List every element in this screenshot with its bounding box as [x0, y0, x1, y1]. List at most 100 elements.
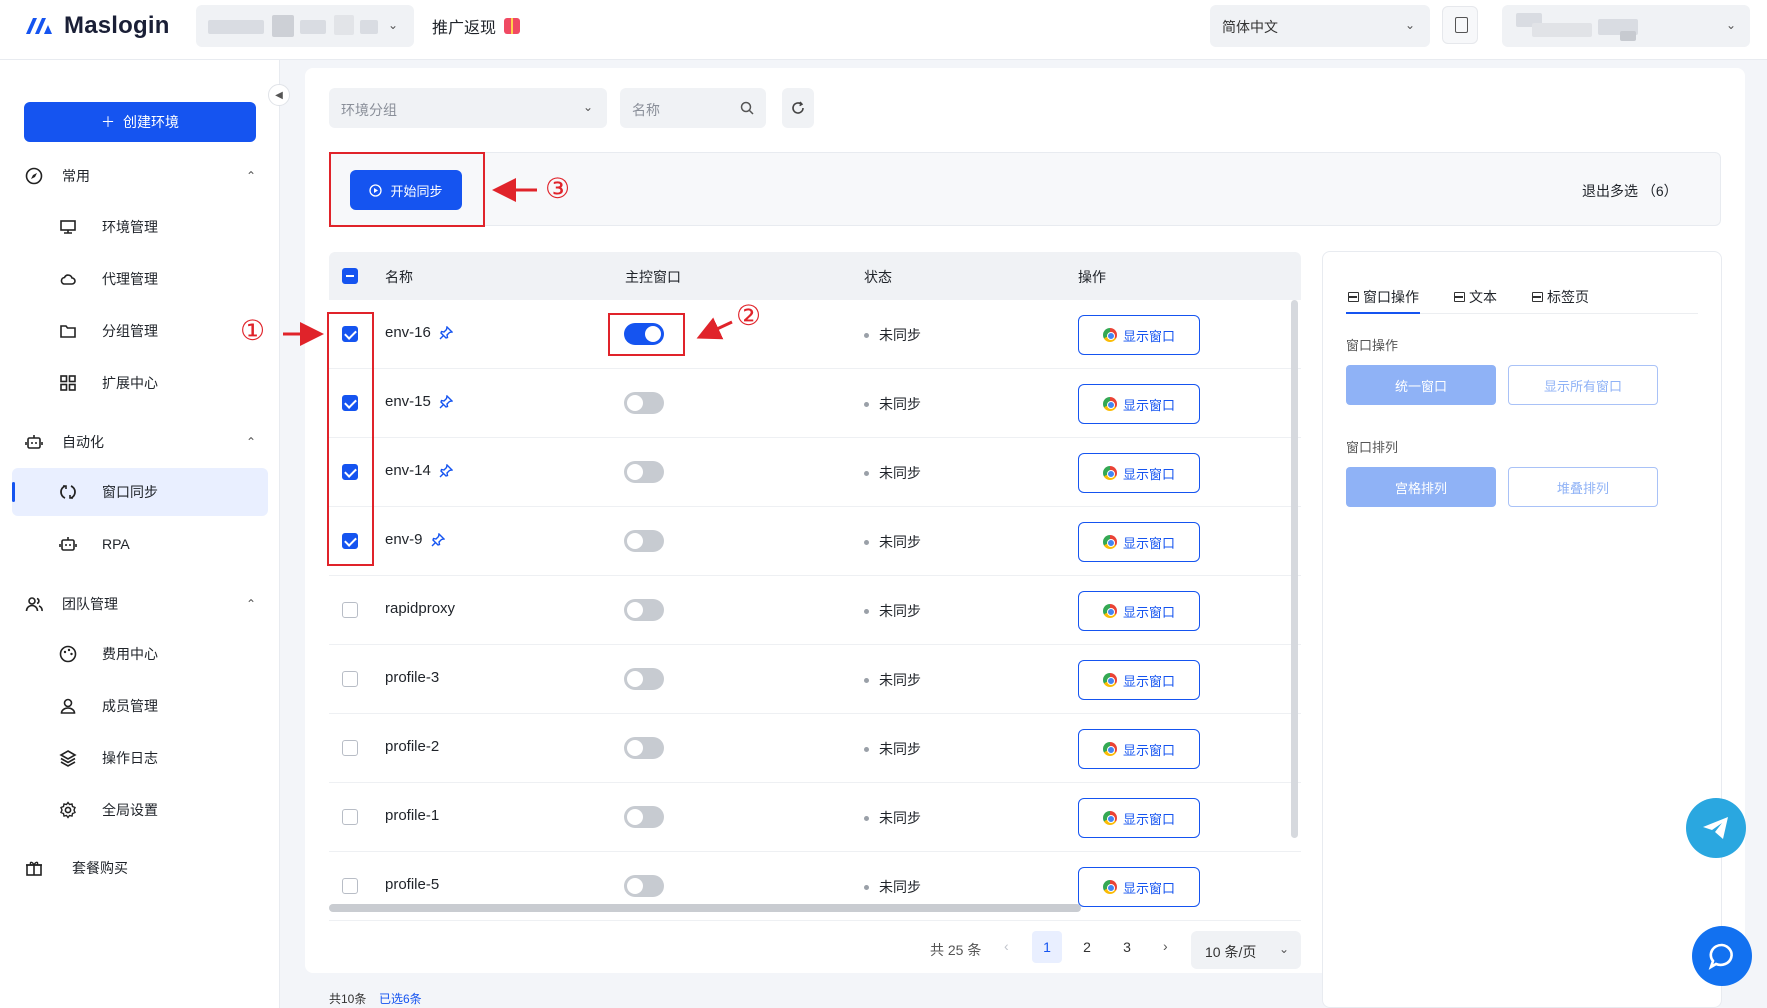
master-window-toggle[interactable]	[624, 737, 664, 759]
sidebar-item-groups[interactable]: 分组管理	[12, 307, 268, 355]
master-window-toggle[interactable]	[624, 668, 664, 690]
palette-icon	[58, 644, 78, 664]
horizontal-scrollbar[interactable]	[329, 904, 1081, 912]
group-filter-select[interactable]: 环境分组 ⌄	[329, 88, 607, 128]
master-window-toggle[interactable]	[624, 392, 664, 414]
env-name[interactable]: env-14	[385, 462, 431, 479]
name-search-input[interactable]: 名称	[620, 88, 766, 128]
show-window-button[interactable]: 显示窗口	[1078, 867, 1200, 907]
row-checkbox[interactable]	[342, 740, 358, 756]
tab-tabs[interactable]: 标签页	[1532, 287, 1589, 307]
brand-logo[interactable]: Maslogin	[24, 12, 170, 40]
show-window-button[interactable]: 显示窗口	[1078, 453, 1200, 493]
unify-window-button[interactable]: 统一窗口	[1346, 365, 1496, 405]
sidebar-item-settings[interactable]: 全局设置	[12, 786, 268, 834]
env-name[interactable]: profile-5	[385, 876, 439, 893]
select-all-checkbox[interactable]	[342, 268, 358, 284]
annotation-number-2: ②	[736, 299, 762, 332]
table-row[interactable]: env-16 未同步 显示窗口	[329, 300, 1301, 369]
show-window-button[interactable]: 显示窗口	[1078, 729, 1200, 769]
master-window-toggle[interactable]	[624, 461, 664, 483]
status-dot-icon	[864, 401, 869, 407]
table-row[interactable]: env-9 未同步 显示窗口	[329, 507, 1301, 576]
page-2[interactable]: 2	[1072, 931, 1102, 963]
show-all-windows-button[interactable]: 显示所有窗口	[1508, 365, 1658, 405]
pin-icon[interactable]	[439, 463, 453, 478]
create-environment-button[interactable]: ＋ 创建环境	[24, 102, 256, 142]
pin-icon[interactable]	[439, 394, 453, 409]
env-name[interactable]: env-9	[385, 531, 423, 548]
table-row[interactable]: env-15 未同步 显示窗口	[329, 369, 1301, 438]
docs-button[interactable]	[1442, 6, 1478, 44]
page-1[interactable]: 1	[1032, 931, 1062, 963]
pin-icon[interactable]	[439, 325, 453, 340]
grid-arrange-button[interactable]: 宫格排列	[1346, 467, 1496, 507]
telegram-button[interactable]	[1686, 798, 1746, 858]
master-window-toggle[interactable]	[624, 530, 664, 552]
nav-group-common[interactable]: 常用 ⌃	[24, 164, 256, 188]
env-name[interactable]: profile-3	[385, 669, 439, 686]
sidebar-item-extensions[interactable]: 扩展中心	[12, 359, 268, 407]
row-checkbox[interactable]	[342, 671, 358, 687]
prev-page-icon[interactable]: ‹	[1004, 938, 1009, 954]
promo-link[interactable]: 推广返现	[432, 14, 521, 38]
sidebar-item-plan-purchase[interactable]: 套餐购买	[24, 856, 256, 880]
show-window-button[interactable]: 显示窗口	[1078, 522, 1200, 562]
table-row[interactable]: env-14 未同步 显示窗口	[329, 438, 1301, 507]
show-window-button[interactable]: 显示窗口	[1078, 315, 1200, 355]
show-window-button[interactable]: 显示窗口	[1078, 798, 1200, 838]
row-checkbox[interactable]	[342, 878, 358, 894]
table-row[interactable]: profile-1 未同步 显示窗口	[329, 783, 1301, 852]
sidebar-item-billing[interactable]: 费用中心	[12, 630, 268, 678]
exit-multi-select[interactable]: 退出多选 （6）	[1582, 181, 1678, 201]
sidebar-item-rpa[interactable]: RPA	[12, 520, 268, 568]
env-name[interactable]: env-16	[385, 324, 431, 341]
table-row[interactable]: profile-3 未同步 显示窗口	[329, 645, 1301, 714]
show-window-label: 显示窗口	[1122, 673, 1175, 689]
chrome-icon	[1102, 535, 1117, 549]
env-name[interactable]: profile-1	[385, 807, 439, 824]
refresh-button[interactable]	[782, 88, 814, 128]
env-name[interactable]: env-15	[385, 393, 431, 410]
show-window-button[interactable]: 显示窗口	[1078, 660, 1200, 700]
show-window-button[interactable]: 显示窗口	[1078, 591, 1200, 631]
env-name-cell: profile-1	[385, 807, 439, 824]
plan-purchase-label: 套餐购买	[72, 860, 128, 876]
master-window-toggle[interactable]	[624, 806, 664, 828]
env-name[interactable]: rapidproxy	[385, 600, 455, 617]
env-name[interactable]: profile-2	[385, 738, 439, 755]
language-select[interactable]: 简体中文 ⌄	[1210, 5, 1430, 47]
nav-group-team[interactable]: 团队管理 ⌃	[24, 592, 256, 616]
stack-arrange-button[interactable]: 堆叠排列	[1508, 467, 1658, 507]
table-row[interactable]: rapidproxy 未同步 显示窗口	[329, 576, 1301, 645]
master-window-toggle[interactable]	[624, 599, 664, 621]
page-3[interactable]: 3	[1112, 931, 1142, 963]
tab-window-ops[interactable]: 窗口操作	[1348, 287, 1419, 307]
sidebar-item-proxy[interactable]: 代理管理	[12, 255, 268, 303]
sidebar-collapse-button[interactable]: ◀	[268, 84, 290, 106]
show-window-button[interactable]: 显示窗口	[1078, 384, 1200, 424]
user-account-select[interactable]: ⌄	[1502, 5, 1750, 47]
footer-selected[interactable]: 已选6条	[379, 990, 422, 1007]
chat-support-button[interactable]	[1692, 926, 1752, 986]
annotation-number-1: ①	[240, 314, 266, 347]
row-checkbox[interactable]	[342, 602, 358, 618]
next-page-icon[interactable]: ›	[1163, 938, 1168, 954]
pin-icon[interactable]	[431, 532, 445, 547]
workspace-select[interactable]: ⌄	[196, 5, 414, 47]
nav-group-automation[interactable]: 自动化 ⌃	[24, 430, 256, 454]
annotation-number-3: ③	[545, 172, 571, 205]
brand-name: Maslogin	[64, 12, 170, 39]
row-checkbox[interactable]	[342, 809, 358, 825]
sidebar-item-environments[interactable]: 环境管理	[12, 203, 268, 251]
vertical-scrollbar[interactable]	[1291, 300, 1298, 838]
page-size-select[interactable]: 10 条/页 ⌄	[1191, 931, 1301, 969]
env-name-cell: profile-5	[385, 876, 439, 893]
sidebar-item-members[interactable]: 成员管理	[12, 682, 268, 730]
sidebar-item-window-sync[interactable]: 窗口同步	[12, 468, 268, 516]
table-row[interactable]: profile-2 未同步 显示窗口	[329, 714, 1301, 783]
master-window-toggle[interactable]	[624, 875, 664, 897]
sidebar-item-logs[interactable]: 操作日志	[12, 734, 268, 782]
sidebar-item-label: 窗口同步	[102, 484, 158, 500]
tab-text[interactable]: 文本	[1454, 287, 1497, 307]
